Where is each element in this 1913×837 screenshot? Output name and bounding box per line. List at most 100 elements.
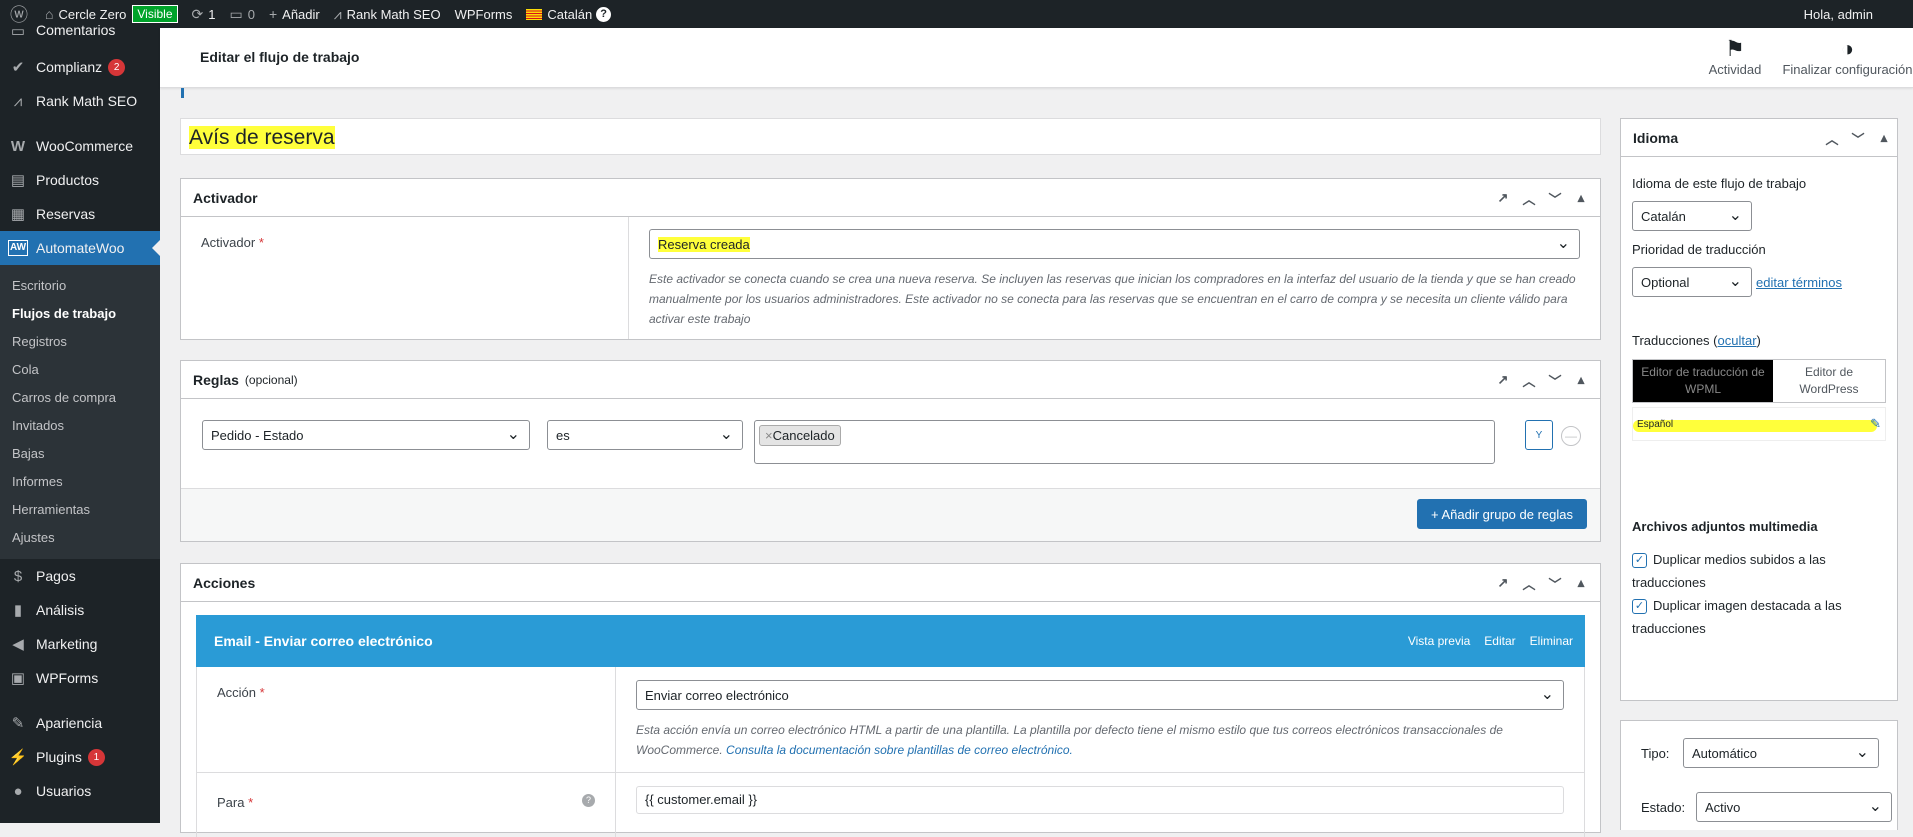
plugins-badge: 1 <box>87 748 105 766</box>
caret-up-icon[interactable]: ▴ <box>1873 130 1895 146</box>
header-accent <box>181 88 184 98</box>
menu-automatewoo[interactable]: AW AutomateWoo <box>0 231 160 265</box>
menu-comentarios[interactable]: ▭ Comentarios <box>0 22 160 44</box>
chevron-up-icon[interactable]: ︿ <box>1518 189 1540 208</box>
delete-link[interactable]: Eliminar <box>1530 634 1573 648</box>
edit-link[interactable]: Editar <box>1484 634 1515 648</box>
actions-box-header: Acciones ↗ ︿ ﹀ ▴ <box>181 564 1600 602</box>
external-link-icon[interactable]: ↗ <box>1492 372 1514 388</box>
tab-wpml-editor[interactable]: Editor de traducción de WPML <box>1633 360 1773 402</box>
menu-pagos[interactable]: $ Pagos <box>0 559 160 593</box>
chevron-down-icon[interactable]: ﹀ <box>1847 129 1869 148</box>
submenu-cola[interactable]: Cola <box>0 356 160 384</box>
plus-icon: + <box>268 6 278 22</box>
workflow-title-input[interactable]: Avís de reserva <box>180 118 1601 155</box>
and-rule-button[interactable]: Y <box>1525 420 1553 450</box>
language-select[interactable]: Catalán <box>1632 201 1752 231</box>
menu-marketing[interactable]: ◀ Marketing <box>0 627 160 661</box>
submenu-bajas[interactable]: Bajas <box>0 440 160 468</box>
menu-usuarios[interactable]: ● Usuarios <box>0 774 160 808</box>
external-link-icon[interactable]: ↗ <box>1492 575 1514 591</box>
tab-wordpress-editor[interactable]: Editor de WordPress <box>1773 360 1885 402</box>
trigger-box: Activador ↗ ︿ ﹀ ▴ Activador * Reserva cread… <box>180 178 1601 340</box>
wpforms-link[interactable]: WPForms <box>448 0 520 28</box>
preview-link[interactable]: Vista previa <box>1408 634 1470 648</box>
rule-field-select[interactable]: Pedido - Estado <box>202 420 530 450</box>
menu-analisis[interactable]: ▮ Análisis <box>0 593 160 627</box>
submenu-herramientas[interactable]: Herramientas <box>0 496 160 524</box>
menu-complianz[interactable]: ✔ Complianz 2 <box>0 50 160 84</box>
finish-setup-button[interactable]: ◑ Finalizar configuración <box>1780 36 1913 77</box>
trigger-select[interactable]: Reserva creada <box>649 229 1580 259</box>
remove-tag-icon[interactable]: × <box>765 428 773 443</box>
action-select[interactable]: Enviar correo electrónico <box>636 680 1564 710</box>
add-new-link[interactable]: + Añadir <box>262 0 327 28</box>
submenu-invitados[interactable]: Invitados <box>0 412 160 440</box>
comments-link[interactable]: ▭ 0 <box>223 0 262 28</box>
help-tooltip-icon[interactable]: ? <box>582 794 595 807</box>
pencil-icon[interactable]: ✎ <box>1870 416 1881 432</box>
language-switcher[interactable]: Catalán? <box>519 0 618 28</box>
external-link-icon[interactable]: ↗ <box>1492 190 1514 206</box>
menu-reservas[interactable]: ▦ Reservas <box>0 197 160 231</box>
rank-math-link[interactable]: ⩘ Rank Math SEO <box>327 0 448 28</box>
calendar-icon: ▦ <box>10 206 26 223</box>
submenu-carros[interactable]: Carros de compra <box>0 384 160 412</box>
chevron-up-icon[interactable]: ︿ <box>1821 129 1843 148</box>
rule-group: Pedido - Estado es ×Cancelado Y — <box>181 399 1600 489</box>
page-header: Editar el flujo de trabajo ⚑ Actividad ◑ F… <box>160 28 1913 98</box>
comment-icon: ▭ <box>10 23 26 40</box>
caret-up-icon[interactable]: ▴ <box>1570 190 1592 206</box>
chevron-down-icon[interactable]: ﹀ <box>1544 371 1566 390</box>
chevron-up-icon[interactable]: ︿ <box>1518 371 1540 390</box>
rule-value-tag: ×Cancelado <box>759 425 841 446</box>
dup-featured-option[interactable]: ✓ Duplicar imagen destacada a las traducc… <box>1632 594 1886 640</box>
rules-box-controls: ↗ ︿ ﹀ ▴ <box>1492 361 1592 399</box>
to-input[interactable]: {{ customer.email }} <box>636 786 1564 814</box>
dup-featured-checkbox[interactable]: ✓ <box>1632 599 1647 615</box>
remove-rule-icon[interactable]: — <box>1561 426 1581 446</box>
updates-link[interactable]: ⟳ 1 <box>185 0 223 28</box>
automatewoo-submenu: Escritorio Flujos de trabajo Registros C… <box>0 265 160 559</box>
chart-icon: ⩘ <box>333 5 342 22</box>
help-icon[interactable]: ? <box>596 6 612 22</box>
comment-icon: ▭ <box>229 5 243 22</box>
submenu-registros[interactable]: Registros <box>0 328 160 356</box>
paintbrush-icon: ✎ <box>11 715 25 732</box>
hide-translations-link[interactable]: ocultar <box>1718 333 1757 348</box>
caret-up-icon[interactable]: ▴ <box>1570 372 1592 388</box>
megaphone-icon: ◀ <box>12 636 24 653</box>
menu-woocommerce[interactable]: W WooCommerce <box>0 129 160 163</box>
chevron-down-icon[interactable]: ﹀ <box>1544 189 1566 208</box>
menu-rank-math[interactable]: ⩘ Rank Math SEO <box>0 84 160 118</box>
rule-operator-select[interactable]: es <box>547 420 743 450</box>
chevron-up-icon[interactable]: ︿ <box>1518 574 1540 593</box>
submenu-ajustes[interactable]: Ajustes <box>0 524 160 552</box>
workflow-title-text: Avís de reserva <box>189 126 335 149</box>
status-select[interactable]: Activo <box>1696 792 1892 822</box>
chevron-down-icon[interactable]: ﹀ <box>1544 574 1566 593</box>
activity-button[interactable]: ⚑ Actividad <box>1700 36 1770 77</box>
action-header[interactable]: Email - Enviar correo electrónico Vista … <box>196 615 1585 667</box>
menu-apariencia[interactable]: ✎ Apariencia <box>0 706 160 740</box>
priority-select[interactable]: Optional <box>1632 267 1752 297</box>
account-greeting[interactable]: Hola, admin <box>1797 0 1913 28</box>
status-label: Estado: <box>1641 799 1686 815</box>
caret-up-icon[interactable]: ▴ <box>1570 575 1592 591</box>
automatewoo-icon: AW <box>8 240 28 256</box>
submenu-escritorio[interactable]: Escritorio <box>0 272 160 300</box>
rule-value-input[interactable]: ×Cancelado <box>754 420 1495 464</box>
submenu-flujos-de-trabajo[interactable]: Flujos de trabajo <box>0 300 160 328</box>
trigger-description: Este activador se conecta cuando se crea… <box>649 272 1576 326</box>
dup-media-checkbox[interactable]: ✓ <box>1632 553 1647 569</box>
submenu-informes[interactable]: Informes <box>0 468 160 496</box>
menu-wpforms[interactable]: ▣ WPForms <box>0 661 160 695</box>
menu-plugins[interactable]: ⚡ Plugins 1 <box>0 740 160 774</box>
add-rule-group-button[interactable]: + Añadir grupo de reglas <box>1417 499 1587 529</box>
docs-link[interactable]: Consulta la documentación sobre plantill… <box>726 743 1073 757</box>
dup-media-option[interactable]: ✓ Duplicar medios subidos a las traduccio… <box>1632 548 1886 594</box>
form-icon: ▣ <box>10 670 26 687</box>
edit-terms-link[interactable]: editar términos <box>1756 275 1842 290</box>
type-select[interactable]: Automático <box>1683 738 1879 768</box>
menu-productos[interactable]: ▤ Productos <box>0 163 160 197</box>
